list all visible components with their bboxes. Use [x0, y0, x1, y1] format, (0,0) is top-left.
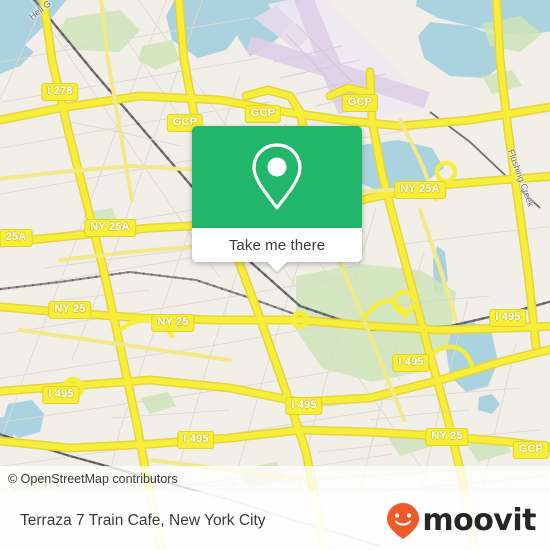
road-shield: I 495: [392, 354, 430, 372]
map-screenshot: I 278 GCP GCP GCP NY 25A 25A NY 25A NY 25 NY 25 I…: [0, 0, 550, 550]
road-shield: I 495: [489, 309, 527, 327]
callout-image-area: [192, 126, 362, 228]
moovit-wordmark: moovit: [422, 503, 536, 538]
take-me-there-button[interactable]: Take me there: [192, 228, 362, 272]
place-title: Terraza 7 Train Cafe, New York City: [20, 511, 266, 529]
callout-pointer: [266, 261, 288, 272]
road-shield: GCP: [512, 441, 550, 459]
callout-action-label: Take me there: [228, 236, 326, 254]
road-shield: I 495: [42, 386, 80, 404]
road-shield: NY 25A: [394, 181, 446, 199]
map-attribution-bar: © OpenStreetMap contributors: [0, 466, 550, 491]
road-shield: NY 25: [425, 428, 469, 446]
road-shield: GCP: [341, 94, 379, 112]
road-shield: I 278: [41, 83, 79, 101]
road-shield: NY 25A: [84, 219, 136, 237]
road-shield: I 495: [285, 397, 323, 415]
map-pin-icon: [252, 143, 302, 210]
osm-attribution[interactable]: © OpenStreetMap contributors: [0, 472, 178, 486]
moovit-pin-icon: [387, 502, 420, 539]
road-shield: NY 25: [151, 314, 195, 332]
footer-bar: Terraza 7 Train Cafe, New York City moov…: [0, 491, 550, 550]
road-shield: GCP: [244, 105, 282, 123]
road-shield: NY 25: [48, 301, 92, 319]
destination-callout[interactable]: Take me there: [192, 126, 362, 272]
moovit-logo[interactable]: moovit: [386, 502, 550, 540]
road-shield: I 495: [177, 431, 215, 449]
road-shield: 25A: [0, 229, 33, 247]
